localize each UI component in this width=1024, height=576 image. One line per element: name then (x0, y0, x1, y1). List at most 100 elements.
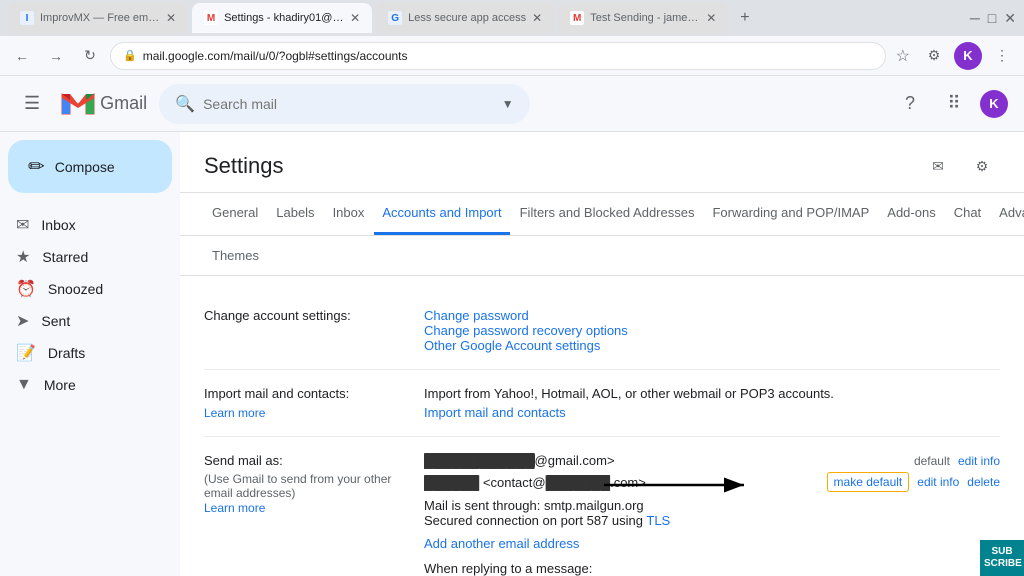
sidebar-item-inbox[interactable]: ✉ Inbox (0, 209, 180, 241)
tab1-close[interactable]: ✕ (166, 11, 176, 25)
tls-link[interactable]: TLS (646, 513, 670, 528)
gmail-text: Gmail (100, 93, 147, 114)
import-learn-more[interactable]: Learn more (204, 406, 265, 420)
close-window-button[interactable]: ✕ (1004, 10, 1016, 27)
new-tab-button[interactable]: + (732, 5, 757, 31)
tab-general[interactable]: General (204, 193, 266, 235)
when-replying-section: When replying to a message: Reply from t… (424, 561, 1000, 576)
subscribe-badge[interactable]: SUB SCRIBE (980, 540, 1024, 576)
email1-default-badge: default (914, 454, 950, 468)
tab-inbox[interactable]: Inbox (325, 193, 373, 235)
themes-row: Themes (180, 236, 1024, 276)
tab3-favicon: G (388, 11, 402, 25)
email1-edit-link[interactable]: edit info (958, 454, 1000, 468)
make-default-button[interactable]: make default (827, 472, 910, 492)
refresh-button[interactable]: ↻ (76, 42, 104, 70)
address-text: mail.google.com/mail/u/0/?ogbl#settings/… (143, 49, 408, 63)
tab1-title: ImprovMX — Free email forward... (40, 12, 160, 24)
apps-button[interactable]: ⠿ (936, 86, 972, 122)
tab4-favicon: M (570, 11, 584, 25)
forward-button[interactable]: → (42, 42, 70, 70)
send-mail-value: ████████████@gmail.com> default edit inf… (424, 453, 1000, 576)
settings-title: Settings (204, 153, 284, 179)
hamburger-menu-icon[interactable]: ☰ (16, 85, 48, 122)
send-mail-subtitle1: (Use Gmail to send from your other (204, 472, 424, 486)
inbox-icon: ✉ (16, 215, 29, 235)
email1-actions: default edit info (914, 454, 1000, 468)
sidebar-item-more[interactable]: ▼ More (0, 369, 180, 401)
change-account-title: Change account settings: (204, 308, 424, 323)
gmail-header: ☰ Gmail 🔍 ▼ ? ⠿ K (0, 76, 1024, 132)
tab-addons[interactable]: Add-ons (879, 193, 943, 235)
change-account-value: Change password Change password recovery… (424, 308, 1000, 353)
sidebar-item-label: Starred (42, 249, 88, 265)
user-avatar[interactable]: K (980, 90, 1008, 118)
sidebar-item-label: More (44, 377, 76, 393)
star-icon: ★ (16, 247, 30, 267)
section-change-account: Change account settings: Change password… (204, 292, 1000, 370)
sidebar-item-snoozed[interactable]: ⏰ Snoozed (0, 273, 180, 305)
browser-tab-2[interactable]: M Settings - khadiry01@gmail.com... ✕ (192, 3, 372, 33)
send-mail-row-1: ████████████@gmail.com> default edit inf… (424, 453, 1000, 468)
drafts-icon: 📝 (16, 343, 36, 363)
sidebar-item-starred[interactable]: ★ Starred (0, 241, 180, 273)
import-title: Import mail and contacts: (204, 386, 424, 401)
tab-forwarding[interactable]: Forwarding and POP/IMAP (704, 193, 877, 235)
send-mail-label: Send mail as: (Use Gmail to send from yo… (204, 453, 424, 576)
browser-tab-4[interactable]: M Test Sending - james.allen9940... ✕ (558, 3, 728, 33)
search-dropdown-icon[interactable]: ▼ (502, 97, 514, 111)
subscribe-line1: SUB (984, 546, 1020, 558)
change-recovery-link[interactable]: Change password recovery options (424, 323, 628, 338)
gmail-app: ☰ Gmail 🔍 ▼ ? ⠿ K (0, 76, 1024, 576)
sidebar-item-sent[interactable]: ➤ Sent (0, 305, 180, 337)
subscribe-line2: SCRIBE (984, 558, 1020, 570)
tab3-close[interactable]: ✕ (532, 11, 542, 25)
search-bar[interactable]: 🔍 ▼ (159, 84, 529, 124)
search-input[interactable] (203, 96, 494, 112)
settings-gear-icon[interactable]: ⚙ (964, 148, 1000, 184)
tab-labels[interactable]: Labels (268, 193, 322, 235)
import-contacts-link[interactable]: Import mail and contacts (424, 405, 566, 420)
add-email-row: Add another email address (424, 536, 1000, 551)
add-email-link[interactable]: Add another email address (424, 536, 579, 551)
compose-icon: ✏ (28, 154, 45, 179)
extensions-button[interactable]: ⚙ (920, 42, 948, 70)
sidebar-item-drafts[interactable]: 📝 Drafts (0, 337, 180, 369)
email2-delete-link[interactable]: delete (967, 475, 1000, 489)
sidebar-item-label: Inbox (41, 217, 75, 233)
mail-sent-through-info: Mail is sent through: smtp.mailgun.org S… (424, 498, 1000, 528)
address-bar[interactable]: 🔒 mail.google.com/mail/u/0/?ogbl#setting… (110, 42, 886, 70)
compose-button[interactable]: ✏ Compose (8, 140, 172, 193)
section-send-mail-as: Send mail as: (Use Gmail to send from yo… (204, 437, 1000, 576)
browser-chrome: I ImprovMX — Free email forward... ✕ M S… (0, 0, 1024, 36)
browser-tab-1[interactable]: I ImprovMX — Free email forward... ✕ (8, 3, 188, 33)
change-password-link[interactable]: Change password (424, 308, 529, 323)
google-account-link[interactable]: Other Google Account settings (424, 338, 600, 353)
maximize-button[interactable]: □ (988, 10, 996, 26)
profile-avatar[interactable]: K (954, 42, 982, 70)
tab2-close[interactable]: ✕ (350, 11, 360, 25)
help-button[interactable]: ? (892, 86, 928, 122)
settings-inbox-icon[interactable]: ✉ (920, 148, 956, 184)
send-mail-learn-more[interactable]: Learn more (204, 501, 265, 515)
back-button[interactable]: ← (8, 42, 36, 70)
header-icons: ? ⠿ K (892, 86, 1008, 122)
email2-edit-link[interactable]: edit info (917, 475, 959, 489)
tab2-title: Settings - khadiry01@gmail.com... (224, 12, 344, 24)
tab4-title: Test Sending - james.allen9940... (590, 12, 700, 24)
tab-chat[interactable]: Chat (946, 193, 989, 235)
tab1-favicon: I (20, 11, 34, 25)
main-content: Settings ✉ ⚙ General Labels Inbox Accoun… (180, 132, 1024, 576)
tab-themes[interactable]: Themes (204, 236, 1000, 275)
import-label: Import mail and contacts: Learn more (204, 386, 424, 420)
snoozed-icon: ⏰ (16, 279, 36, 299)
tab-accounts[interactable]: Accounts and Import (374, 193, 509, 235)
tab-advanced[interactable]: Advanced (991, 193, 1024, 235)
tab4-close[interactable]: ✕ (706, 11, 716, 25)
tab-filters[interactable]: Filters and Blocked Addresses (512, 193, 703, 235)
import-value: Import from Yahoo!, Hotmail, AOL, or oth… (424, 386, 1000, 420)
bookmark-button[interactable]: ☆ (892, 42, 914, 70)
minimize-button[interactable]: ─ (970, 10, 980, 26)
browser-tab-3[interactable]: G Less secure app access ✕ (376, 3, 554, 33)
menu-button[interactable]: ⋮ (988, 42, 1016, 70)
